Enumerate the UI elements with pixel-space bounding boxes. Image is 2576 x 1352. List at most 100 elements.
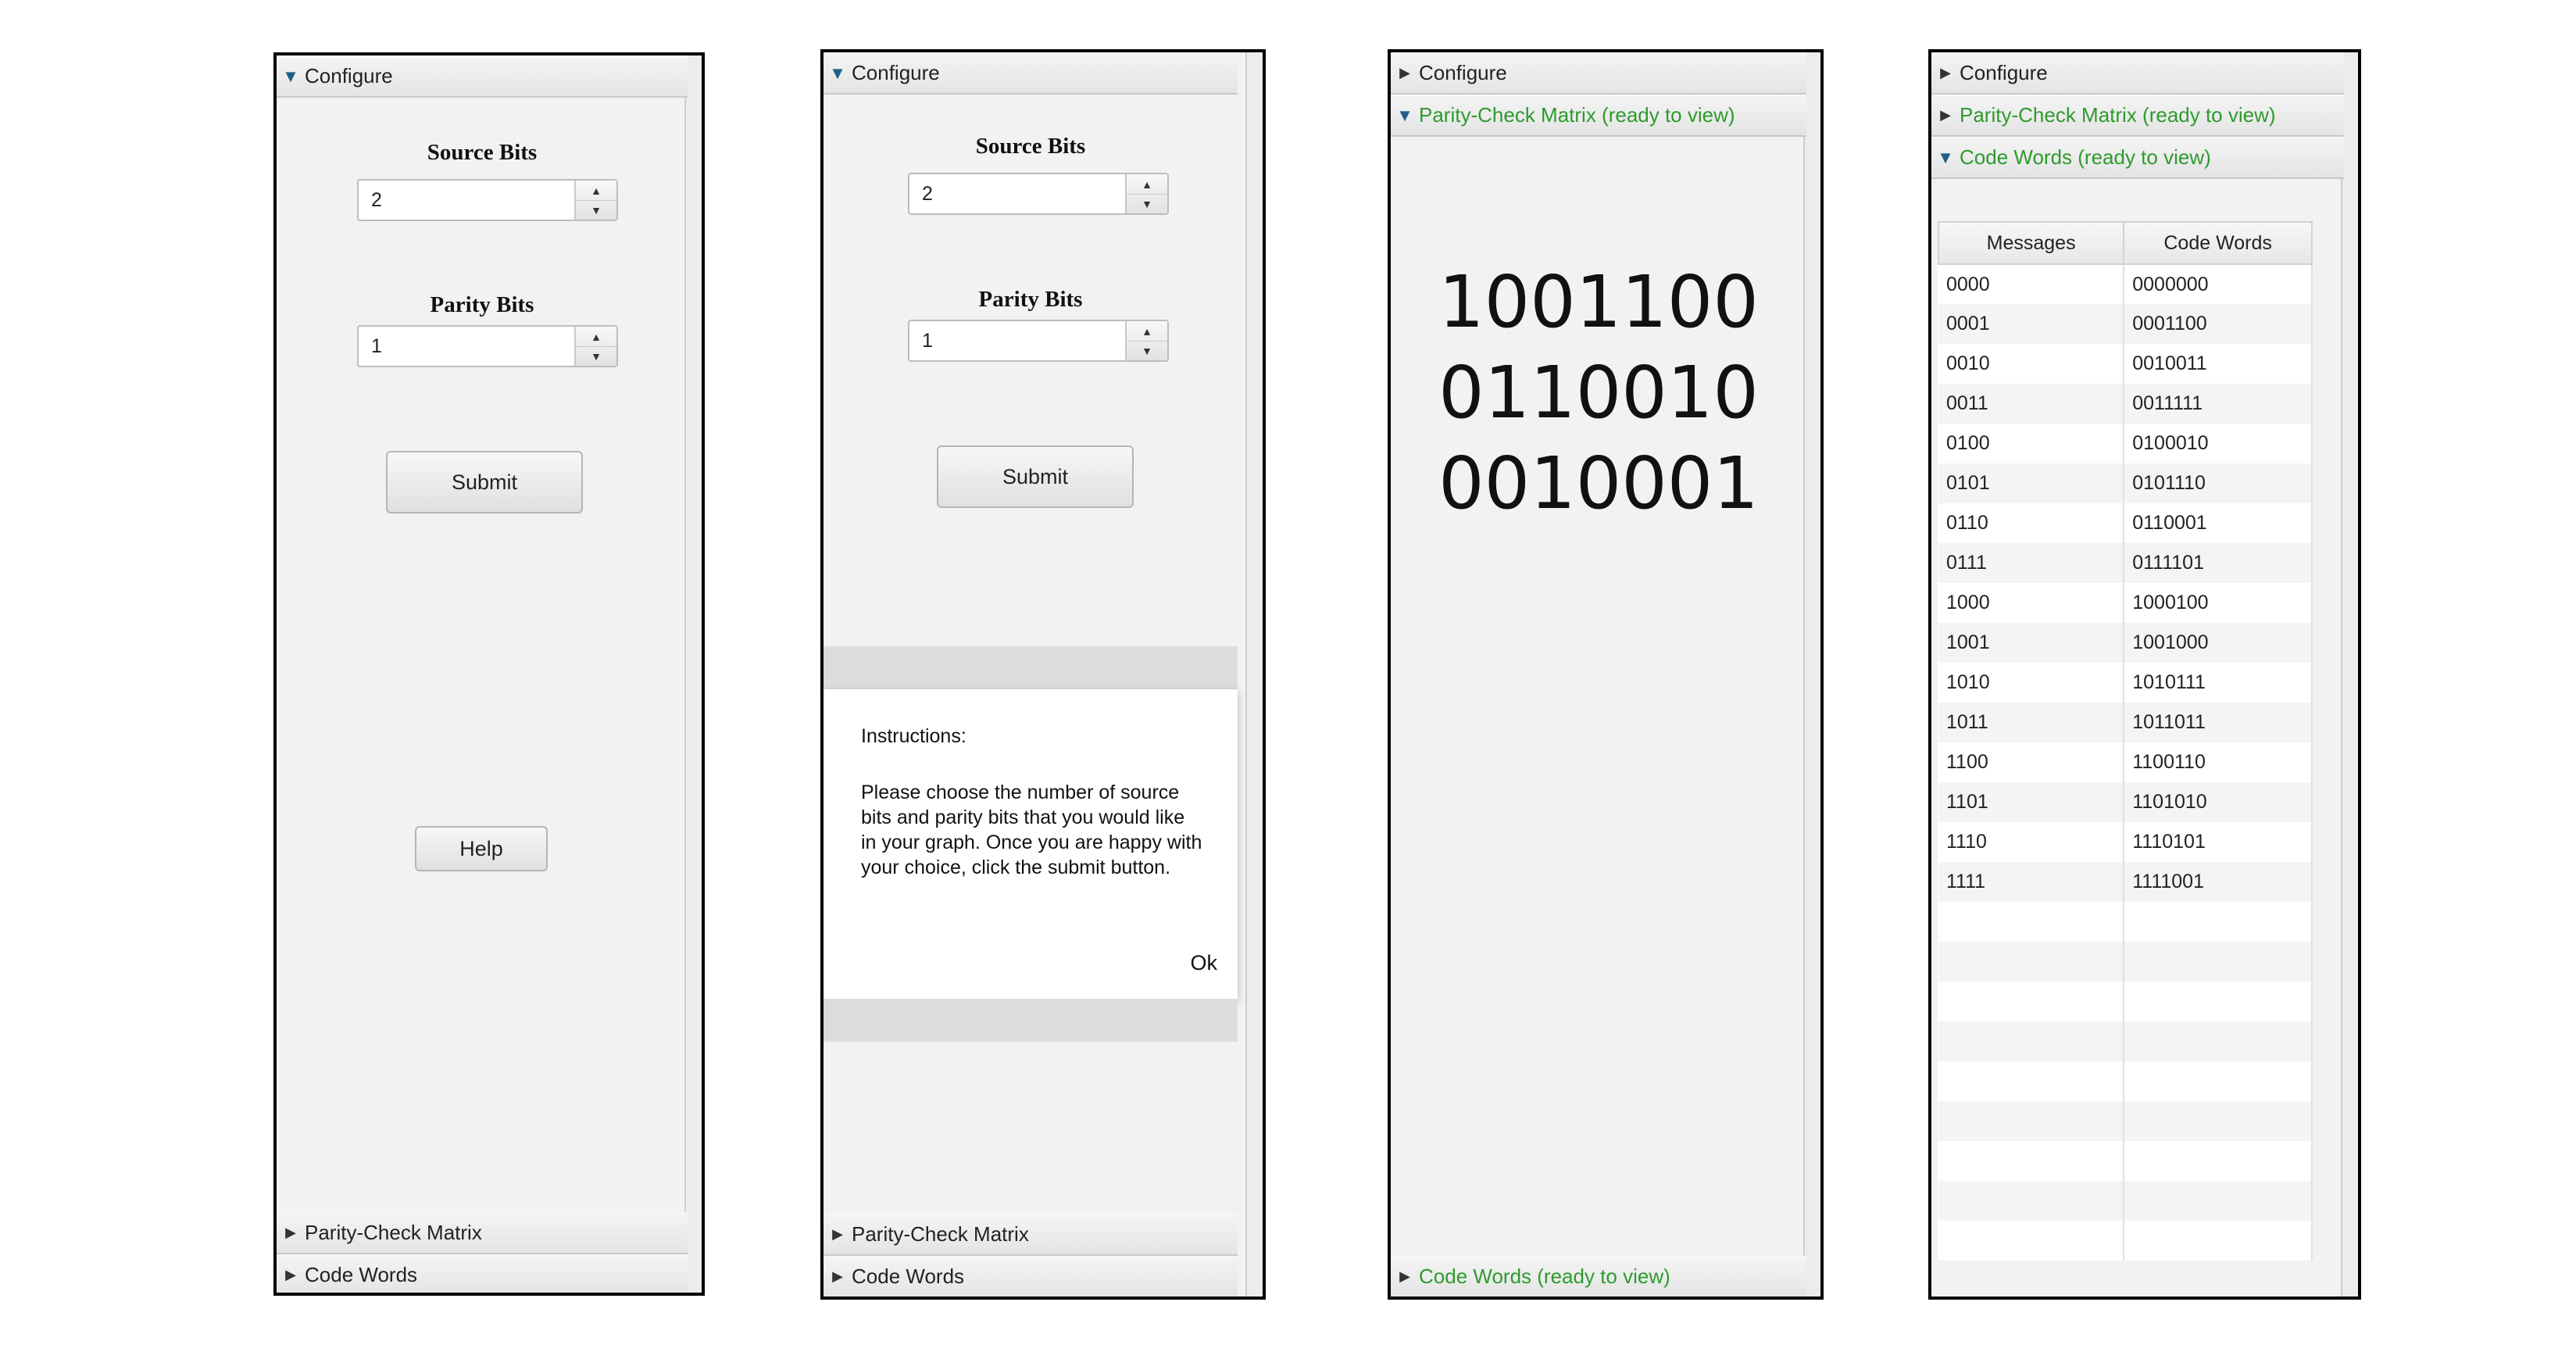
configure-header[interactable]: ▼ Configure xyxy=(824,52,1238,95)
source-bits-value[interactable]: 2 xyxy=(922,183,933,206)
table-row[interactable] xyxy=(1938,1101,2313,1141)
table-row[interactable]: 0011 0011111 xyxy=(1938,384,2313,424)
code-words-label: Code Words (ready to view) xyxy=(1419,1264,1670,1288)
parity-bits-value[interactable]: 1 xyxy=(371,335,382,358)
code-words-table: Messages Code Words 0000 0000000 0001 00011… xyxy=(1937,221,2313,1261)
code-word-cell xyxy=(2124,942,2313,982)
table-row[interactable]: 0010 0010011 xyxy=(1938,344,2313,384)
help-button[interactable]: Help xyxy=(415,826,548,871)
code-word-cell: 0001100 xyxy=(2124,304,2313,344)
increment-arrow-icon[interactable]: ▲ xyxy=(1127,174,1167,195)
configure-panel-1: ▼ Configure Source Bits 2 ▲ ▼ Parity Bit… xyxy=(273,52,705,1296)
decrement-arrow-icon[interactable]: ▼ xyxy=(1127,341,1167,360)
triangle-right-icon: ▶ xyxy=(1940,65,1951,80)
decrement-arrow-icon[interactable]: ▼ xyxy=(576,200,616,220)
configure-panel-2: ▼ Configure Source Bits 2 ▲ ▼ Parity Bit… xyxy=(820,49,1266,1300)
table-row[interactable] xyxy=(1938,1181,2313,1221)
source-bits-label: Source Bits xyxy=(427,140,538,165)
table-row[interactable] xyxy=(1938,1141,2313,1181)
table-row[interactable]: 0101 0101110 xyxy=(1938,463,2313,503)
code-word-cell xyxy=(2124,1101,2313,1141)
table-row[interactable] xyxy=(1938,1021,2313,1061)
table-row[interactable]: 1101 1101010 xyxy=(1938,782,2313,822)
parity-bits-label: Parity Bits xyxy=(430,292,534,317)
submit-button[interactable]: Submit xyxy=(386,451,583,513)
message-cell xyxy=(1938,1141,2125,1181)
code-words-header[interactable]: ▶ Code Words xyxy=(824,1256,1238,1297)
triangle-right-icon: ▶ xyxy=(1399,1268,1410,1284)
table-row[interactable] xyxy=(1938,902,2313,942)
parity-check-matrix-header[interactable]: ▼ Parity-Check Matrix (ready to view) xyxy=(1391,95,1806,137)
configure-header[interactable]: ▶ Configure xyxy=(1931,52,2344,95)
configure-header-label: Configure xyxy=(305,64,393,88)
table-row[interactable]: 0110 0110001 xyxy=(1938,503,2313,543)
source-bits-spinner[interactable]: 2 ▲ ▼ xyxy=(357,179,618,221)
table-row[interactable]: 1001 1001000 xyxy=(1938,623,2313,663)
parity-check-matrix-header[interactable]: ▶ Parity-Check Matrix xyxy=(824,1214,1238,1256)
modal-overlay-top xyxy=(824,646,1238,689)
scrollbar[interactable] xyxy=(1803,52,1820,1297)
table-row[interactable]: 1111 1111001 xyxy=(1938,862,2313,902)
source-bits-value[interactable]: 2 xyxy=(371,189,382,212)
triangle-down-icon: ▼ xyxy=(829,63,846,83)
message-cell xyxy=(1938,1221,2125,1261)
table-row[interactable]: 0001 0001100 xyxy=(1938,304,2313,344)
message-cell: 1000 xyxy=(1938,583,2125,623)
scrollbar[interactable] xyxy=(1245,52,1263,1297)
code-words-label: Code Words xyxy=(305,1263,418,1286)
increment-arrow-icon[interactable]: ▲ xyxy=(576,327,616,347)
table-row[interactable]: 0111 0111101 xyxy=(1938,543,2313,583)
code-word-cell xyxy=(2124,1061,2313,1101)
table-row[interactable] xyxy=(1938,1061,2313,1101)
code-words-header[interactable]: ▶ Code Words xyxy=(277,1254,688,1293)
configure-header[interactable]: ▶ Configure xyxy=(1391,52,1806,95)
submit-button[interactable]: Submit xyxy=(937,445,1134,508)
message-cell xyxy=(1938,902,2125,942)
dialog-line: your choice, click the submit button. xyxy=(861,857,1171,878)
table-row[interactable]: 1010 1010111 xyxy=(1938,663,2313,703)
table-row[interactable]: 0000 0000000 xyxy=(1938,264,2313,304)
code-words-header[interactable]: ▶ Code Words (ready to view) xyxy=(1391,1256,1806,1297)
ok-button[interactable]: Ok xyxy=(1190,950,1217,975)
code-words-header[interactable]: ▼ Code Words (ready to view) xyxy=(1931,137,2344,179)
messages-column-header[interactable]: Messages xyxy=(1937,221,2125,265)
parity-check-matrix: 1001100 0110010 0010001 xyxy=(1391,257,1806,529)
decrement-arrow-icon[interactable]: ▼ xyxy=(576,346,616,366)
table-row[interactable] xyxy=(1938,982,2313,1021)
code-word-cell: 0011111 xyxy=(2124,384,2313,424)
message-cell: 1110 xyxy=(1938,822,2125,862)
parity-bits-spinner[interactable]: 1 ▲ ▼ xyxy=(357,325,618,367)
code-word-cell xyxy=(2124,982,2313,1021)
source-bits-spinner[interactable]: 2 ▲ ▼ xyxy=(908,173,1169,215)
parity-check-matrix-header[interactable]: ▶ Parity-Check Matrix (ready to view) xyxy=(1931,95,2344,137)
table-row[interactable]: 1011 1011011 xyxy=(1938,703,2313,742)
scrollbar[interactable] xyxy=(2341,52,2358,1297)
triangle-right-icon: ▶ xyxy=(832,1268,843,1284)
code-word-cell xyxy=(2124,1221,2313,1261)
configure-header[interactable]: ▼ Configure xyxy=(277,55,688,98)
increment-arrow-icon[interactable]: ▲ xyxy=(576,181,616,201)
parity-bits-spinner[interactable]: 1 ▲ ▼ xyxy=(908,320,1169,362)
decrement-arrow-icon[interactable]: ▼ xyxy=(1127,194,1167,213)
message-cell xyxy=(1938,1061,2125,1101)
parity-bits-value[interactable]: 1 xyxy=(922,330,933,352)
table-row[interactable] xyxy=(1938,942,2313,982)
table-row[interactable]: 0100 0100010 xyxy=(1938,424,2313,463)
code-words-column-header[interactable]: Code Words xyxy=(2123,221,2313,265)
code-word-cell: 0101110 xyxy=(2124,463,2313,503)
message-cell: 0110 xyxy=(1938,503,2125,543)
table-row[interactable]: 1000 1000100 xyxy=(1938,583,2313,623)
increment-arrow-icon[interactable]: ▲ xyxy=(1127,321,1167,342)
matrix-row: 0110010 xyxy=(1438,351,1759,435)
scrollbar[interactable] xyxy=(684,55,702,1293)
parity-check-matrix-label: Parity-Check Matrix xyxy=(852,1222,1029,1246)
table-row[interactable]: 1100 1100110 xyxy=(1938,742,2313,782)
parity-check-matrix-label: Parity-Check Matrix (ready to view) xyxy=(1960,103,2276,127)
message-cell: 1010 xyxy=(1938,663,2125,703)
triangle-right-icon: ▶ xyxy=(1940,107,1951,123)
code-word-cell: 1010111 xyxy=(2124,663,2313,703)
parity-check-matrix-header[interactable]: ▶ Parity-Check Matrix xyxy=(277,1212,688,1254)
table-row[interactable] xyxy=(1938,1221,2313,1261)
table-row[interactable]: 1110 1110101 xyxy=(1938,822,2313,862)
dialog-line: bits and parity bits that you would like xyxy=(861,807,1185,828)
